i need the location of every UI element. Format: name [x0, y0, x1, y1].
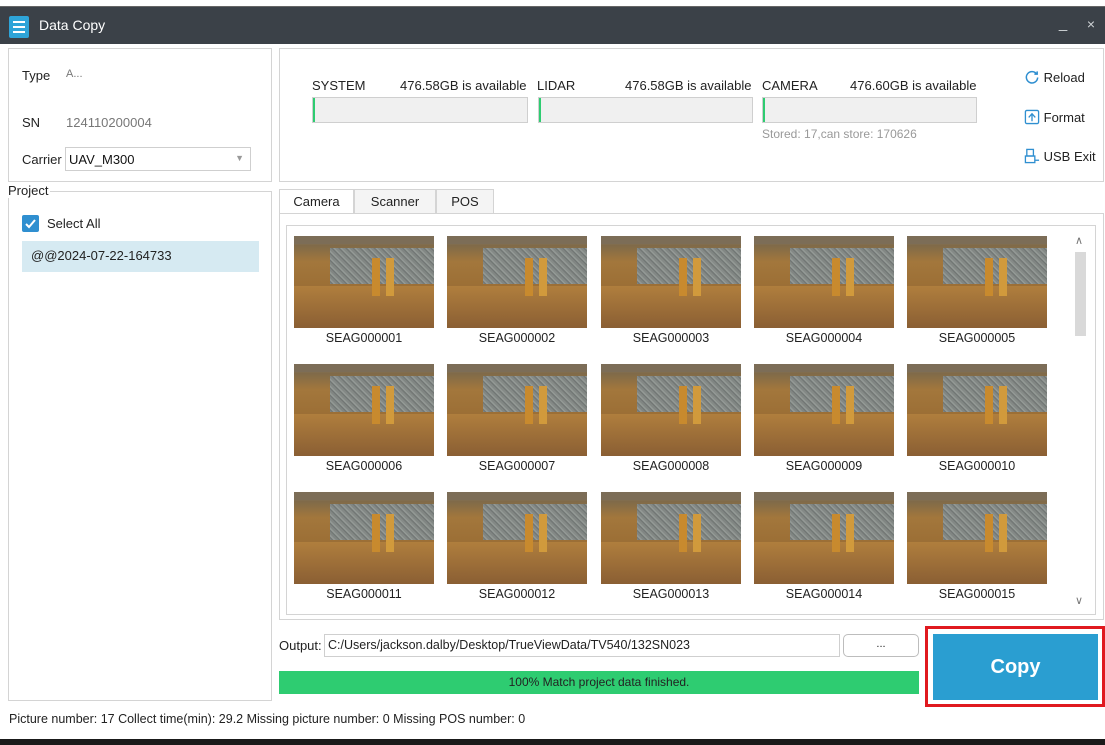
- progress-text: 100% Match project data finished.: [508, 675, 690, 689]
- thumbnail-image[interactable]: [601, 236, 741, 328]
- scroll-up-arrow[interactable]: ∧: [1072, 234, 1086, 247]
- browse-button[interactable]: ...: [843, 634, 919, 657]
- usb-exit-label: USB Exit: [1043, 149, 1096, 164]
- reload-button[interactable]: Reload: [1024, 69, 1085, 85]
- usb-icon: [1024, 148, 1040, 164]
- output-label: Output:: [279, 638, 322, 653]
- thumbnail-image[interactable]: [754, 364, 894, 456]
- thumbnail-image[interactable]: [447, 364, 587, 456]
- thumbnail-caption: SEAG000006: [325, 459, 403, 473]
- system-available: 476.58GB is available: [400, 78, 527, 93]
- camera-available: 476.60GB is available: [850, 78, 977, 93]
- thumbnail-image[interactable]: [754, 236, 894, 328]
- thumbnail-image[interactable]: [447, 236, 587, 328]
- bottom-border: [0, 739, 1105, 745]
- thumbnail-caption: SEAG000009: [785, 459, 863, 473]
- project-label: Project: [8, 183, 51, 198]
- window-title: Data Copy: [39, 17, 106, 33]
- project-list-item[interactable]: @@2024-07-22-164733: [22, 241, 259, 272]
- lidar-storage-bar: [538, 97, 753, 123]
- camera-label: CAMERA: [762, 78, 818, 93]
- thumbnail-caption: SEAG000012: [478, 587, 556, 601]
- minimize-button[interactable]: _: [1056, 15, 1070, 32]
- system-storage-bar: [312, 97, 528, 123]
- thumbnail-caption: SEAG000015: [938, 587, 1016, 601]
- lidar-label: LIDAR: [537, 78, 576, 93]
- reload-label: Reload: [1043, 70, 1085, 85]
- status-bar: Picture number: 17 Collect time(min): 29…: [9, 712, 526, 726]
- thumbnail-image[interactable]: [294, 492, 434, 584]
- carrier-label: Carrier: [22, 152, 62, 167]
- usb-exit-button[interactable]: USB Exit: [1024, 148, 1096, 164]
- format-icon: [1024, 109, 1040, 125]
- copy-button[interactable]: Copy: [933, 634, 1098, 700]
- thumbnail-caption: SEAG000004: [785, 331, 863, 345]
- thumbnail-image[interactable]: [294, 364, 434, 456]
- camera-storage-bar: [762, 97, 977, 123]
- output-path-input[interactable]: C:/Users/jackson.dalby/Desktop/TrueViewD…: [324, 634, 840, 657]
- thumbnail-caption: SEAG000008: [632, 459, 710, 473]
- type-value: A...: [66, 68, 83, 80]
- thumbnail-caption: SEAG000011: [326, 587, 402, 601]
- sn-value: 124110200004: [66, 115, 152, 130]
- app-icon: [9, 16, 29, 38]
- format-button[interactable]: Format: [1024, 109, 1085, 125]
- carrier-value: UAV_M300: [69, 152, 135, 167]
- reload-icon: [1025, 70, 1039, 84]
- thumbnail-caption: SEAG000010: [938, 459, 1016, 473]
- thumbnail-image[interactable]: [907, 364, 1047, 456]
- check-icon: [25, 219, 36, 229]
- system-label: SYSTEM: [312, 78, 366, 93]
- thumbnail-caption: SEAG000005: [938, 331, 1016, 345]
- progress-bar: 100% Match project data finished.: [279, 671, 919, 694]
- tab-camera[interactable]: Camera: [279, 189, 354, 214]
- title-bar: Data Copy _ ×: [0, 6, 1105, 44]
- carrier-select[interactable]: UAV_M300 ▼: [65, 147, 251, 171]
- thumbnail-image[interactable]: [601, 492, 741, 584]
- thumbnail-image[interactable]: [907, 492, 1047, 584]
- scroll-down-arrow[interactable]: ∨: [1072, 594, 1086, 607]
- sn-label: SN: [22, 115, 41, 130]
- type-label: Type: [22, 68, 51, 83]
- thumbnail-image[interactable]: [294, 236, 434, 328]
- scrollbar-thumb[interactable]: [1075, 252, 1086, 336]
- thumbnail-caption: SEAG000013: [632, 587, 710, 601]
- select-all-label: Select All: [47, 216, 101, 231]
- thumbnail-image[interactable]: [907, 236, 1047, 328]
- thumbnail-caption: SEAG000003: [632, 331, 710, 345]
- chevron-down-icon: ▼: [235, 153, 244, 163]
- thumbnail-caption: SEAG000007: [478, 459, 556, 473]
- tab-pos[interactable]: POS: [436, 189, 494, 213]
- thumbnail-image[interactable]: [601, 364, 741, 456]
- lidar-available: 476.58GB is available: [625, 78, 752, 93]
- format-label: Format: [1043, 110, 1085, 125]
- tab-scanner[interactable]: Scanner: [354, 189, 436, 213]
- thumbnail-caption: SEAG000002: [478, 331, 556, 345]
- select-all-checkbox[interactable]: [22, 215, 39, 232]
- close-button[interactable]: ×: [1084, 16, 1098, 32]
- camera-stored-info: Stored: 17,can store: 170626: [762, 127, 917, 141]
- output-path-value: C:/Users/jackson.dalby/Desktop/TrueViewD…: [328, 638, 690, 652]
- project-item-label: @@2024-07-22-164733: [31, 248, 172, 263]
- thumbnail-image[interactable]: [447, 492, 587, 584]
- thumbnail-caption: SEAG000014: [785, 587, 863, 601]
- thumbnail-image[interactable]: [754, 492, 894, 584]
- thumbnail-caption: SEAG000001: [325, 331, 403, 345]
